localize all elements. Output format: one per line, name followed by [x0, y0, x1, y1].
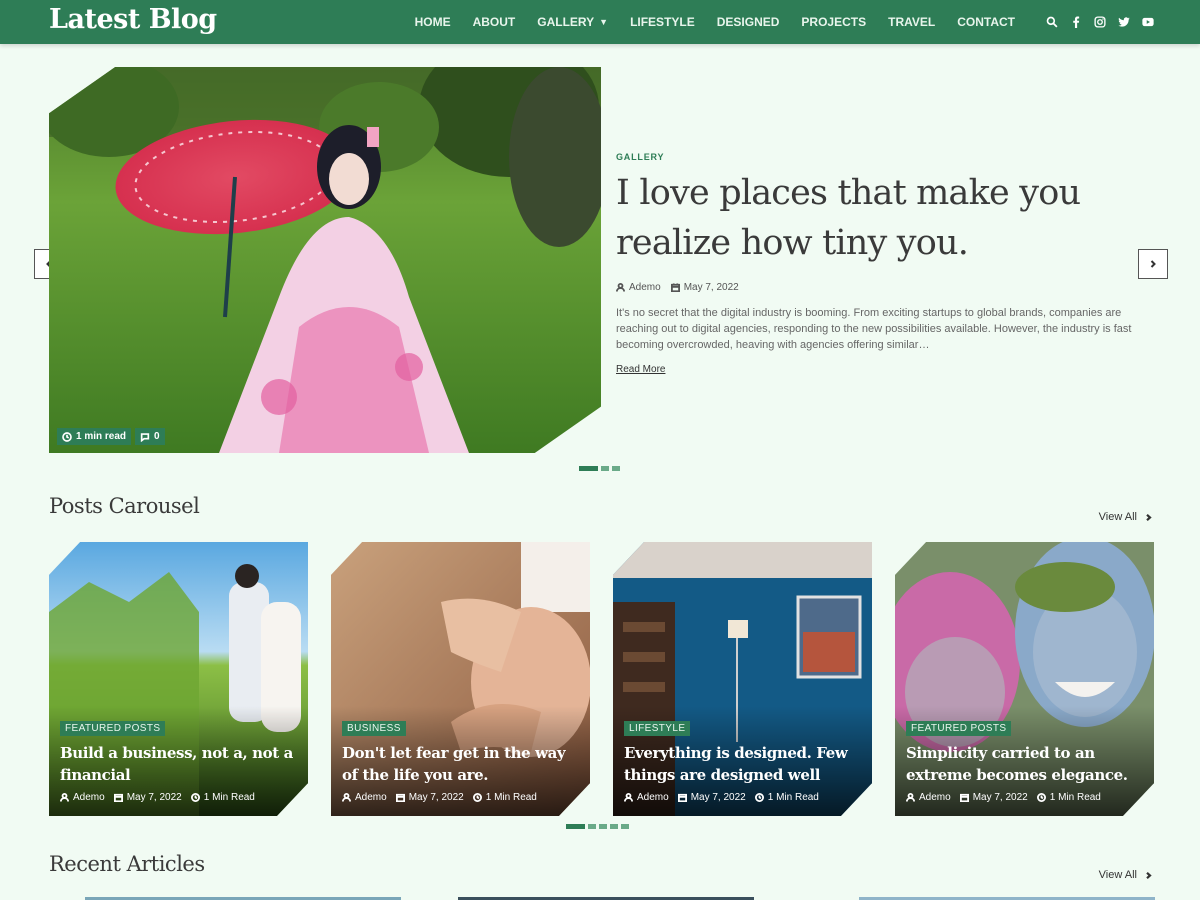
card-title[interactable]: Simplicity carried to an extreme becomes… — [906, 742, 1144, 786]
post-card[interactable]: FEATURED POSTS Simplicity carried to an … — [895, 542, 1154, 816]
card-info: LIFESTYLE Everything is designed. Few th… — [624, 718, 862, 786]
card-info: FEATURED POSTS Simplicity carried to an … — [906, 718, 1144, 786]
calendar-icon — [395, 793, 405, 802]
category-badge[interactable]: FEATURED POSTS — [906, 721, 1012, 736]
post-date[interactable]: May 7, 2022 — [670, 282, 739, 293]
hero-excerpt: It's no secret that the digital industry… — [616, 307, 1132, 351]
read-time: 1 Min Read — [190, 792, 255, 803]
read-time: 1 Min Read — [754, 792, 819, 803]
user-icon — [616, 283, 625, 292]
read-more-link[interactable]: Read More — [616, 364, 665, 375]
nav-travel[interactable]: TRAVEL — [877, 15, 946, 29]
post-card[interactable]: LIFESTYLE Everything is designed. Few th… — [613, 542, 872, 816]
header-icons — [1046, 16, 1154, 28]
hero-dot-3[interactable] — [612, 466, 620, 471]
nav-projects[interactable]: PROJECTS — [790, 15, 877, 29]
hero-category[interactable]: GALLERY — [616, 152, 1146, 162]
nav-home[interactable]: HOME — [404, 15, 462, 29]
author[interactable]: Ademo — [616, 282, 661, 293]
clock-icon — [754, 793, 764, 802]
carousel-dot-2[interactable] — [588, 824, 596, 829]
calendar-icon — [113, 793, 123, 802]
clock-icon — [472, 793, 482, 802]
nav-designed[interactable]: DESIGNED — [706, 15, 791, 29]
post-date[interactable]: May 7, 2022 — [959, 792, 1028, 803]
card-title[interactable]: Everything is designed. Few things are d… — [624, 742, 862, 786]
read-time: 1 Min Read — [1036, 792, 1101, 803]
facebook-icon[interactable] — [1070, 16, 1082, 28]
calendar-icon — [677, 793, 687, 802]
posts-carousel-title: Posts Carousel — [49, 494, 200, 518]
author[interactable]: Ademo — [342, 792, 387, 803]
calendar-icon — [670, 283, 680, 292]
author[interactable]: Ademo — [624, 792, 669, 803]
hero-photo — [49, 67, 601, 453]
card-meta: Ademo May 7, 2022 1 Min Read — [60, 792, 255, 803]
carousel-dot-1[interactable] — [566, 824, 585, 829]
hero-title[interactable]: I love places that make you realize how … — [616, 168, 1146, 268]
nav-about[interactable]: ABOUT — [462, 15, 527, 29]
card-title[interactable]: Build a business, not a, not a financial — [60, 742, 298, 786]
chevron-right-icon — [1150, 260, 1156, 268]
clock-icon — [62, 431, 72, 442]
category-badge[interactable]: FEATURED POSTS — [60, 721, 166, 736]
hero-image[interactable] — [49, 67, 601, 453]
chevron-right-icon — [1146, 871, 1152, 879]
main-nav: HOME ABOUT GALLERY ▼ LIFESTYLE DESIGNED P… — [404, 0, 1200, 44]
carousel-dot-5[interactable] — [621, 824, 629, 829]
clock-icon — [1036, 793, 1046, 802]
nav-lifestyle[interactable]: LIFESTYLE — [619, 15, 706, 29]
search-icon[interactable] — [1046, 16, 1058, 28]
author[interactable]: Ademo — [60, 792, 105, 803]
user-icon — [906, 793, 915, 802]
card-meta: Ademo May 7, 2022 1 Min Read — [342, 792, 537, 803]
category-badge[interactable]: LIFESTYLE — [624, 721, 691, 736]
card-meta: Ademo May 7, 2022 1 Min Read — [906, 792, 1101, 803]
hero-badges: 1 min read 0 — [57, 428, 165, 445]
chevron-right-icon — [1146, 513, 1152, 521]
recent-articles-title: Recent Articles — [49, 852, 205, 876]
card-title[interactable]: Don't let fear get in the way of the lif… — [342, 742, 580, 786]
category-badge[interactable]: BUSINESS — [342, 721, 406, 736]
hero-meta: Ademo May 7, 2022 — [616, 282, 1146, 293]
read-time-badge: 1 min read — [57, 428, 132, 445]
comments-badge[interactable]: 0 — [135, 428, 165, 445]
site-logo[interactable]: Latest Blog — [49, 4, 217, 35]
twitter-icon[interactable] — [1118, 16, 1130, 28]
hero-pagination — [579, 466, 620, 471]
card-info: BUSINESS Don't let fear get in the way o… — [342, 718, 580, 786]
comment-icon — [140, 432, 150, 442]
calendar-icon — [959, 793, 969, 802]
hero-dot-1[interactable] — [579, 466, 598, 471]
post-card[interactable]: FEATURED POSTS Build a business, not a, … — [49, 542, 308, 816]
card-info: FEATURED POSTS Build a business, not a, … — [60, 718, 298, 786]
user-icon — [624, 793, 633, 802]
user-icon — [60, 793, 69, 802]
hero-next-button[interactable] — [1138, 249, 1168, 279]
hero-content: GALLERY I love places that make you real… — [616, 152, 1146, 377]
post-card[interactable]: BUSINESS Don't let fear get in the way o… — [331, 542, 590, 816]
youtube-icon[interactable] — [1142, 16, 1154, 28]
author[interactable]: Ademo — [906, 792, 951, 803]
post-date[interactable]: May 7, 2022 — [113, 792, 182, 803]
user-icon — [342, 793, 351, 802]
nav-gallery[interactable]: GALLERY ▼ — [526, 15, 619, 29]
clock-icon — [190, 793, 200, 802]
carousel-dot-3[interactable] — [599, 824, 607, 829]
post-date[interactable]: May 7, 2022 — [395, 792, 464, 803]
hero-dot-2[interactable] — [601, 466, 609, 471]
read-time: 1 Min Read — [472, 792, 537, 803]
posts-carousel: FEATURED POSTS Build a business, not a, … — [49, 542, 1154, 816]
card-meta: Ademo May 7, 2022 1 Min Read — [624, 792, 819, 803]
site-header: Latest Blog HOME ABOUT GALLERY ▼ LIFESTYL… — [0, 0, 1200, 44]
posts-carousel-view-all[interactable]: View All — [1099, 511, 1152, 523]
instagram-icon[interactable] — [1094, 16, 1106, 28]
recent-articles-view-all[interactable]: View All — [1099, 869, 1152, 881]
chevron-down-icon: ▼ — [599, 17, 609, 27]
carousel-pagination — [566, 824, 629, 829]
post-date[interactable]: May 7, 2022 — [677, 792, 746, 803]
nav-contact[interactable]: CONTACT — [946, 15, 1026, 29]
carousel-dot-4[interactable] — [610, 824, 618, 829]
